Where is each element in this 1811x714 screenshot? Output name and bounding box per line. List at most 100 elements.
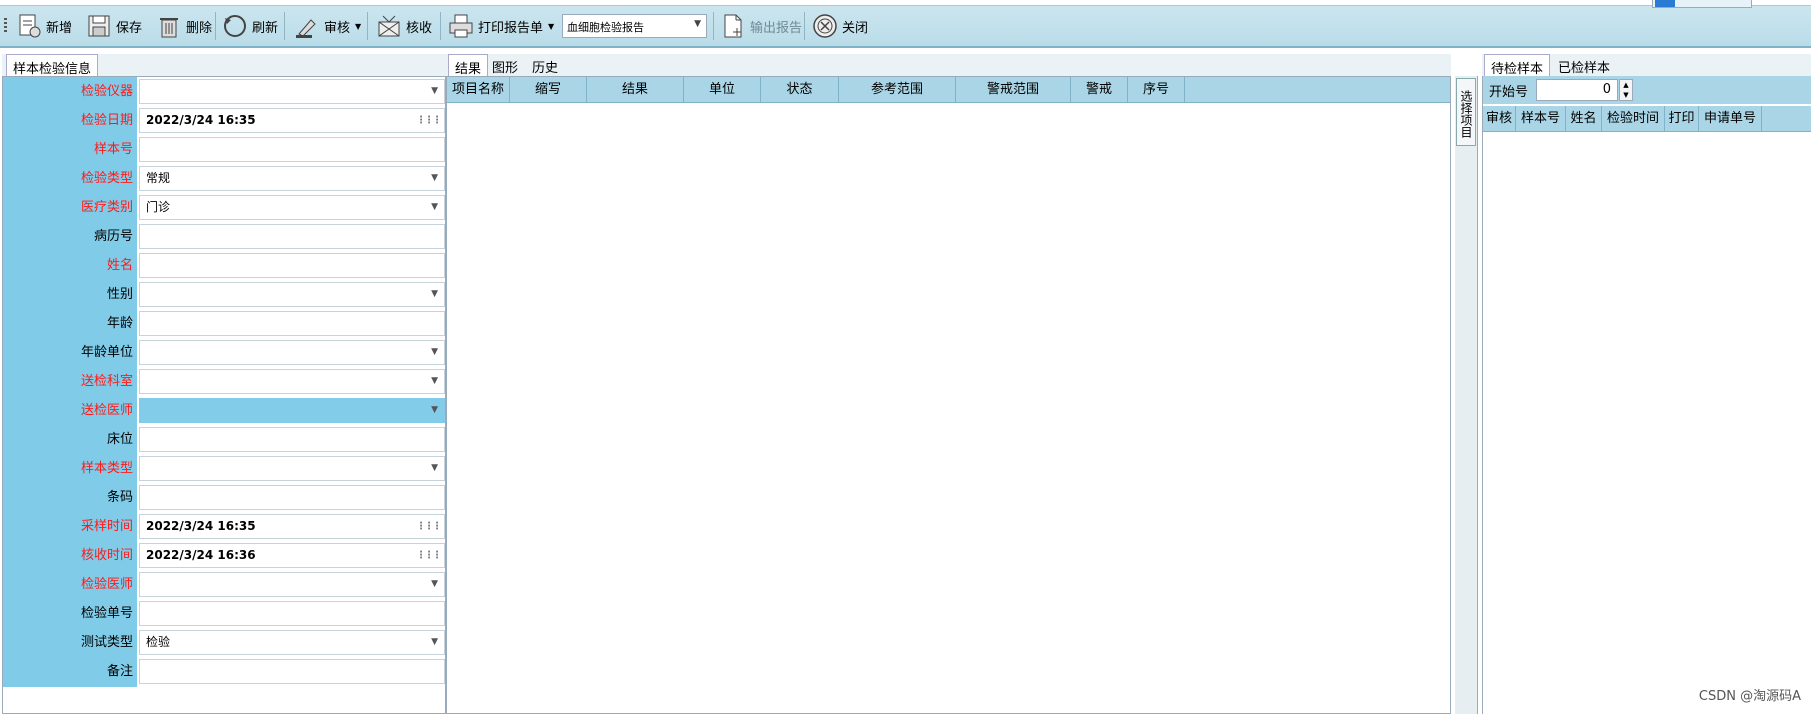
field-label: 检验日期 bbox=[80, 113, 133, 128]
toolbar: 新增 保存 删除 刷新 审核 ▼ 核收 打印报告单 ▼ 血细胞检验报告 ▼ 输出… bbox=[0, 0, 1811, 48]
field-input[interactable] bbox=[139, 224, 445, 249]
toolbar-grip[interactable] bbox=[4, 18, 7, 34]
col-print[interactable]: 打印 bbox=[1665, 106, 1699, 132]
col-unit[interactable]: 单位 bbox=[684, 77, 761, 103]
field-label: 检验仪器 bbox=[80, 84, 133, 99]
chevron-down-icon[interactable]: ▼ bbox=[431, 80, 438, 103]
field-label: 检验单号 bbox=[80, 606, 133, 621]
toolbar-separator bbox=[367, 12, 368, 40]
field-select[interactable]: 检验 ▼ bbox=[139, 630, 445, 655]
chevron-down-icon[interactable]: ▼ bbox=[431, 631, 438, 654]
top-right-widget[interactable] bbox=[1652, 0, 1752, 8]
field-datetime[interactable]: 2022/3/24 16:35 ⋮⋮⋮ bbox=[139, 108, 445, 133]
tab-sample-info[interactable]: 样本检验信息 bbox=[6, 54, 99, 77]
field-label: 床位 bbox=[106, 432, 133, 447]
start-number-label: 开始号 bbox=[1489, 85, 1529, 100]
col-name[interactable]: 姓名 bbox=[1566, 106, 1602, 132]
form-row: 条码 bbox=[3, 483, 445, 512]
receive-button[interactable]: 核收 bbox=[372, 9, 435, 43]
side-tab-strip: 选择项目 bbox=[1455, 76, 1478, 714]
col-alert-range[interactable]: 警戒范围 bbox=[956, 77, 1071, 103]
start-number-spinner[interactable]: ▲ ▼ bbox=[1619, 79, 1633, 101]
spin-up-icon[interactable]: ▲ bbox=[1623, 81, 1628, 89]
field-label: 备注 bbox=[106, 664, 133, 679]
field-select[interactable]: ▼ bbox=[139, 369, 445, 394]
print-dropdown-caret-icon[interactable]: ▼ bbox=[548, 22, 554, 31]
tab-pending-samples[interactable]: 待检样本 bbox=[1484, 54, 1551, 77]
select-items-button[interactable]: 选择项目 bbox=[1456, 78, 1476, 146]
col-test-time[interactable]: 检验时间 bbox=[1602, 106, 1665, 132]
delete-button[interactable]: 删除 bbox=[152, 9, 215, 43]
calendar-icon[interactable]: ⋮⋮⋮ bbox=[416, 109, 442, 132]
sample-list-panel: 开始号 0 ▲ ▼ 审核 样本号 姓名 检验时间 打印 申请单号 bbox=[1482, 76, 1811, 714]
form-row: 核收时间 2022/3/24 16:36 ⋮⋮⋮ bbox=[3, 541, 445, 570]
close-button[interactable]: 关闭 bbox=[808, 9, 871, 43]
export-report-button[interactable]: 输出报告 bbox=[716, 9, 805, 43]
new-button[interactable]: 新增 bbox=[12, 9, 75, 43]
save-button[interactable]: 保存 bbox=[82, 9, 145, 43]
close-circle-icon bbox=[813, 14, 837, 38]
chevron-down-icon[interactable]: ▼ bbox=[431, 341, 438, 364]
field-input[interactable] bbox=[139, 485, 445, 510]
field-select[interactable]: ▼ bbox=[139, 456, 445, 481]
field-label: 采样时间 bbox=[80, 519, 133, 534]
start-number-input[interactable]: 0 bbox=[1536, 79, 1618, 101]
toolbar-separator bbox=[713, 12, 714, 40]
print-report-button[interactable]: 打印报告单 ▼ bbox=[444, 9, 557, 43]
review-dropdown-caret-icon[interactable]: ▼ bbox=[355, 22, 361, 31]
field-select[interactable]: 常规 ▼ bbox=[139, 166, 445, 191]
field-select[interactable]: ▼ bbox=[139, 572, 445, 597]
field-select[interactable]: ▼ bbox=[139, 398, 445, 423]
blue-badge-icon bbox=[1655, 0, 1675, 7]
field-datetime[interactable]: 2022/3/24 16:36 ⋮⋮⋮ bbox=[139, 543, 445, 568]
col-result[interactable]: 结果 bbox=[587, 77, 684, 103]
tab-history[interactable]: 历史 bbox=[526, 54, 564, 76]
col-sample-no[interactable]: 样本号 bbox=[1516, 106, 1566, 132]
field-input[interactable] bbox=[139, 601, 445, 626]
field-input[interactable] bbox=[139, 311, 445, 336]
field-input[interactable] bbox=[139, 137, 445, 162]
col-abbreviation[interactable]: 缩写 bbox=[510, 77, 587, 103]
tab-results[interactable]: 结果 bbox=[448, 54, 489, 77]
chevron-down-icon[interactable]: ▼ bbox=[431, 399, 438, 422]
field-select[interactable]: ▼ bbox=[139, 340, 445, 365]
chevron-down-icon[interactable]: ▼ bbox=[431, 283, 438, 306]
refresh-button[interactable]: 刷新 bbox=[218, 9, 281, 43]
col-status[interactable]: 状态 bbox=[761, 77, 839, 103]
field-input[interactable] bbox=[139, 253, 445, 278]
chevron-down-icon[interactable]: ▼ bbox=[431, 457, 438, 480]
start-number-row: 开始号 0 ▲ ▼ bbox=[1483, 76, 1811, 104]
form-row: 测试类型 检验 ▼ bbox=[3, 628, 445, 657]
chevron-down-icon[interactable]: ▼ bbox=[431, 370, 438, 393]
calendar-icon[interactable]: ⋮⋮⋮ bbox=[416, 544, 442, 567]
field-value: 常规 bbox=[146, 171, 171, 185]
form-row: 床位 bbox=[3, 425, 445, 454]
report-template-select[interactable]: 血细胞检验报告 ▼ bbox=[562, 14, 707, 38]
field-datetime[interactable]: 2022/3/24 16:35 ⋮⋮⋮ bbox=[139, 514, 445, 539]
col-review[interactable]: 审核 bbox=[1483, 106, 1516, 132]
col-item-name[interactable]: 项目名称 bbox=[447, 77, 510, 103]
form-row: 医疗类别 门诊 ▼ bbox=[3, 193, 445, 222]
col-seq-no[interactable]: 序号 bbox=[1128, 77, 1185, 103]
field-select[interactable]: ▼ bbox=[139, 79, 445, 104]
field-input[interactable] bbox=[139, 659, 445, 684]
field-select[interactable]: 门诊 ▼ bbox=[139, 195, 445, 220]
calendar-icon[interactable]: ⋮⋮⋮ bbox=[416, 515, 442, 538]
refresh-button-label: 刷新 bbox=[252, 20, 279, 36]
tab-tested-samples[interactable]: 已检样本 bbox=[1552, 54, 1616, 76]
form-row: 样本类型 ▼ bbox=[3, 454, 445, 483]
field-select[interactable]: ▼ bbox=[139, 282, 445, 307]
field-label: 检验医师 bbox=[80, 577, 133, 592]
chevron-down-icon[interactable]: ▼ bbox=[431, 573, 438, 596]
col-request-no[interactable]: 申请单号 bbox=[1699, 106, 1762, 132]
field-input[interactable] bbox=[139, 427, 445, 452]
review-button[interactable]: 审核 ▼ bbox=[290, 9, 364, 43]
spin-down-icon[interactable]: ▼ bbox=[1623, 91, 1628, 99]
tab-graph[interactable]: 图形 bbox=[486, 54, 524, 76]
chevron-down-icon: ▼ bbox=[694, 19, 701, 29]
field-label: 姓名 bbox=[106, 258, 133, 273]
chevron-down-icon[interactable]: ▼ bbox=[431, 167, 438, 190]
chevron-down-icon[interactable]: ▼ bbox=[431, 196, 438, 219]
col-alert[interactable]: 警戒 bbox=[1071, 77, 1128, 103]
col-reference-range[interactable]: 参考范围 bbox=[839, 77, 956, 103]
